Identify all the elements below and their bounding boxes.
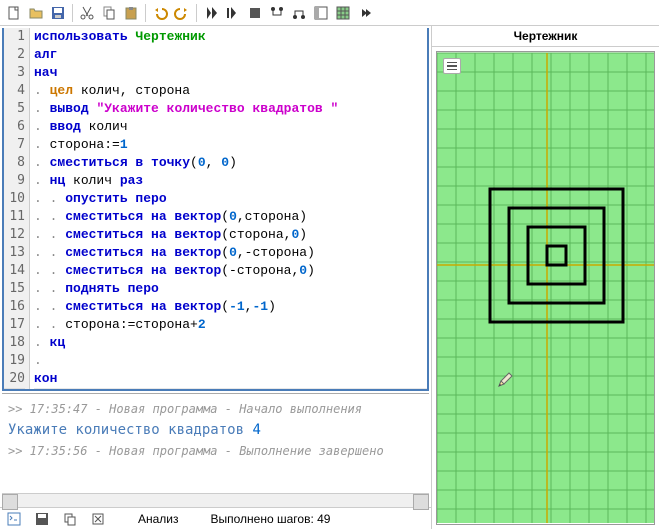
new-file-icon[interactable] [4, 3, 24, 23]
canvas-title: Чертежник [432, 26, 659, 47]
step-over-icon[interactable] [289, 3, 309, 23]
run-icon[interactable] [201, 3, 221, 23]
log-line: >> 17:35:56 - Новая программа - Выполнен… [8, 444, 423, 458]
prompt-line: Укажите количество квадратов 4 [8, 422, 423, 438]
main-toolbar [0, 0, 659, 26]
pen-icon [497, 370, 515, 388]
console-output: >> 17:35:47 - Новая программа - Начало в… [2, 393, 429, 493]
terminal-icon[interactable] [6, 511, 22, 527]
cut-icon[interactable] [77, 3, 97, 23]
more-icon[interactable] [355, 3, 375, 23]
save-small-icon[interactable] [34, 511, 50, 527]
stop-icon[interactable] [245, 3, 265, 23]
canvas-menu-icon[interactable] [443, 58, 461, 74]
save-file-icon[interactable] [48, 3, 68, 23]
copy-icon[interactable] [99, 3, 119, 23]
redo-icon[interactable] [172, 3, 192, 23]
layout-1-icon[interactable] [311, 3, 331, 23]
layout-2-icon[interactable] [333, 3, 353, 23]
drawing-canvas[interactable] [436, 51, 655, 525]
copy-small-icon[interactable] [62, 511, 78, 527]
undo-icon[interactable] [150, 3, 170, 23]
line-gutter: 1234567891011121314151617181920212223 [4, 28, 30, 389]
status-analysis: Анализ [138, 512, 179, 526]
code-editor[interactable]: 1234567891011121314151617181920212223 ис… [2, 28, 429, 391]
run-step-icon[interactable] [223, 3, 243, 23]
clear-small-icon[interactable] [90, 511, 106, 527]
open-file-icon[interactable] [26, 3, 46, 23]
code-area[interactable]: использовать Чертежникалгнач. цел колич,… [30, 28, 427, 389]
step-into-icon[interactable] [267, 3, 287, 23]
status-steps: Выполнено шагов: 49 [211, 512, 331, 526]
log-line: >> 17:35:47 - Новая программа - Начало в… [8, 402, 423, 416]
horizontal-scrollbar[interactable] [2, 493, 429, 507]
status-bar: Анализ Выполнено шагов: 49 [0, 507, 431, 529]
paste-icon[interactable] [121, 3, 141, 23]
canvas-svg [437, 52, 654, 524]
